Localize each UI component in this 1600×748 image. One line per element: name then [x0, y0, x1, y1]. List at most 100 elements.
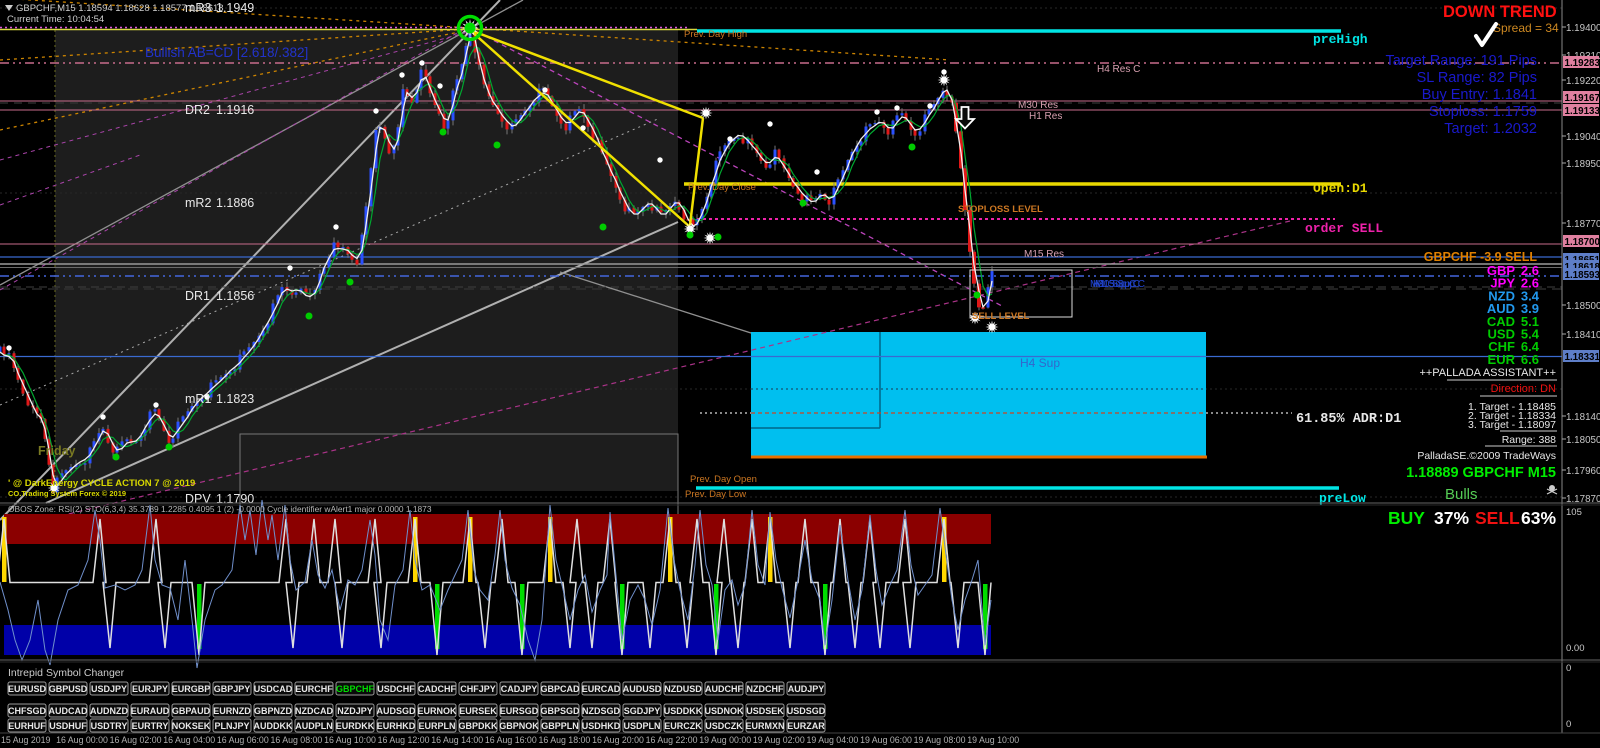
svg-text:1.19133: 1.19133 — [1565, 106, 1600, 117]
svg-text:USDHKD: USDHKD — [582, 721, 621, 731]
svg-text:M30 Res: M30 Res — [1018, 100, 1058, 111]
svg-text:1.18500: 1.18500 — [1566, 301, 1600, 312]
svg-text:preHigh: preHigh — [1313, 32, 1368, 47]
svg-text:1.19400: 1.19400 — [1566, 23, 1600, 34]
svg-text:1.18770: 1.18770 — [1566, 219, 1600, 230]
svg-text:preLow: preLow — [1319, 491, 1366, 506]
svg-text:EURTRY: EURTRY — [132, 721, 169, 731]
svg-text:NOKSEK: NOKSEK — [172, 721, 211, 731]
svg-text:USDCZK: USDCZK — [705, 721, 743, 731]
svg-text:H4 Sup: H4 Sup — [1020, 356, 1060, 370]
svg-text:NZDJPY: NZDJPY — [337, 706, 373, 716]
svg-text:EURCHF: EURCHF — [295, 684, 333, 694]
svg-text:USDSEK: USDSEK — [746, 706, 784, 716]
svg-text:Open:D1: Open:D1 — [1313, 181, 1368, 196]
svg-text:GBPDKK: GBPDKK — [458, 721, 498, 731]
svg-text:1.18889 GBPCHF M15: 1.18889 GBPCHF M15 — [1406, 465, 1556, 481]
svg-text:16 Aug 14:00: 16 Aug 14:00 — [431, 735, 483, 745]
svg-text:EURCAD: EURCAD — [582, 684, 621, 694]
svg-text:EURDKK: EURDKK — [336, 721, 375, 731]
svg-text:Range: 388: Range: 388 — [1502, 434, 1556, 446]
svg-text:Spread = 34: Spread = 34 — [1493, 21, 1559, 35]
svg-text:16 Aug 02:00: 16 Aug 02:00 — [110, 735, 162, 745]
svg-text:0: 0 — [1566, 663, 1571, 674]
svg-text:USDNOK: USDNOK — [704, 706, 744, 716]
svg-text:19 Aug 04:00: 19 Aug 04:00 — [806, 735, 858, 745]
svg-text:19 Aug 00:00: 19 Aug 00:00 — [699, 735, 751, 745]
svg-text:H4 Res C: H4 Res C — [1097, 64, 1140, 75]
svg-text:6.6: 6.6 — [1521, 352, 1539, 367]
svg-text:CADCHF: CADCHF — [418, 684, 456, 694]
svg-text:mR1: mR1 — [185, 392, 211, 406]
svg-text:USDCHF: USDCHF — [377, 684, 415, 694]
svg-text:EUR: EUR — [1488, 352, 1516, 367]
svg-text:37%: 37% — [1434, 508, 1469, 528]
svg-text:++PALLADA ASSISTANT++: ++PALLADA ASSISTANT++ — [1419, 367, 1556, 379]
svg-text:AUDSGD: AUDSGD — [376, 706, 416, 716]
svg-text:EURHKD: EURHKD — [377, 721, 416, 731]
svg-text:BUY: BUY — [1388, 508, 1425, 528]
svg-text:Buy Entry: 1.1841: Buy Entry: 1.1841 — [1422, 87, 1537, 103]
svg-text:19 Aug 10:00: 19 Aug 10:00 — [967, 735, 1019, 745]
svg-text:USDDKK: USDDKK — [664, 706, 703, 716]
svg-text:1.1823: 1.1823 — [216, 392, 254, 406]
svg-text:1.1949: 1.1949 — [216, 1, 254, 15]
svg-text:order SELL: order SELL — [1305, 221, 1383, 236]
svg-text:PalladaSE.©2009 TradeWays: PalladaSE.©2009 TradeWays — [1417, 450, 1556, 462]
svg-text:PLNJPY: PLNJPY — [214, 721, 249, 731]
svg-text:1.1886: 1.1886 — [216, 196, 254, 210]
svg-text:16 Aug 06:00: 16 Aug 06:00 — [217, 735, 269, 745]
svg-text:Bulls: Bulls — [1445, 486, 1478, 503]
svg-text:61.85% ADR:D1: 61.85% ADR:D1 — [1296, 412, 1401, 427]
svg-text:CHFJPY: CHFJPY — [460, 684, 496, 694]
svg-text:16 Aug 10:00: 16 Aug 10:00 — [324, 735, 376, 745]
svg-text:Prev. Day High: Prev. Day High — [684, 29, 747, 40]
svg-text:AUDPLN: AUDPLN — [295, 721, 333, 731]
svg-text:Prev. Day Close: Prev. Day Close — [688, 182, 756, 193]
svg-text:1.18593: 1.18593 — [1565, 270, 1600, 281]
svg-text:16 Aug 18:00: 16 Aug 18:00 — [538, 735, 590, 745]
svg-text:M15 Res: M15 Res — [1024, 249, 1064, 260]
svg-text:0.00: 0.00 — [1566, 643, 1585, 654]
svg-text:' @ DarkEnergy CYCLE ACTION 7: ' @ DarkEnergy CYCLE ACTION 7 @ 2019 — [8, 478, 195, 489]
svg-text:16 Aug 16:00: 16 Aug 16:00 — [485, 735, 537, 745]
svg-text:1.18050: 1.18050 — [1566, 435, 1600, 446]
svg-text:USDHUF: USDHUF — [49, 721, 87, 731]
svg-text:GBPAUD: GBPAUD — [172, 706, 211, 716]
svg-text:AUDNZD: AUDNZD — [90, 706, 128, 716]
svg-text:Intrepid Symbol Changer: Intrepid Symbol Changer — [8, 667, 125, 679]
svg-text:SELL LEVEL: SELL LEVEL — [972, 311, 1030, 322]
svg-text:1.18700: 1.18700 — [1565, 237, 1600, 248]
svg-text:GBPJPY: GBPJPY — [214, 684, 251, 694]
svg-text:NZDCAD: NZDCAD — [295, 706, 333, 716]
svg-text:GBPCAD: GBPCAD — [540, 684, 580, 694]
svg-text:16 Aug 22:00: 16 Aug 22:00 — [646, 735, 698, 745]
svg-text:EURNZD: EURNZD — [213, 706, 251, 716]
svg-text:63%: 63% — [1521, 508, 1556, 528]
svg-text:GBPNOK: GBPNOK — [499, 721, 539, 731]
svg-text:CADJPY: CADJPY — [501, 684, 538, 694]
svg-text:EURSEK: EURSEK — [459, 706, 497, 716]
svg-text:USDTRY: USDTRY — [91, 721, 128, 731]
svg-text:GBPPLN: GBPPLN — [541, 721, 579, 731]
svg-text:Prev. Day Low: Prev. Day Low — [685, 489, 746, 500]
svg-text:105: 105 — [1566, 507, 1582, 518]
svg-text:1.18950: 1.18950 — [1566, 159, 1600, 170]
svg-text:STOPLOSS LEVEL: STOPLOSS LEVEL — [958, 204, 1043, 215]
svg-text:16 Aug 04:00: 16 Aug 04:00 — [163, 735, 215, 745]
svg-text:EURNOK: EURNOK — [417, 706, 457, 716]
svg-text:USDCAD: USDCAD — [254, 684, 293, 694]
svg-text:16 Aug 20:00: 16 Aug 20:00 — [592, 735, 644, 745]
svg-text:1.1916: 1.1916 — [216, 103, 254, 117]
svg-text:19 Aug 06:00: 19 Aug 06:00 — [860, 735, 912, 745]
svg-text:EURCZK: EURCZK — [664, 721, 702, 731]
svg-text:1.1856: 1.1856 — [216, 289, 254, 303]
svg-text:mR2: mR2 — [185, 196, 211, 210]
svg-text:GBPNZD: GBPNZD — [254, 706, 293, 716]
svg-text:EURMXN: EURMXN — [745, 721, 784, 731]
svg-text:15 Aug 2019: 15 Aug 2019 — [1, 735, 51, 745]
svg-text:1.18331: 1.18331 — [1565, 352, 1600, 363]
svg-text:19 Aug 08:00: 19 Aug 08:00 — [914, 735, 966, 745]
svg-text:1.18140: 1.18140 — [1566, 412, 1600, 423]
svg-text:EURUSD: EURUSD — [8, 684, 47, 694]
